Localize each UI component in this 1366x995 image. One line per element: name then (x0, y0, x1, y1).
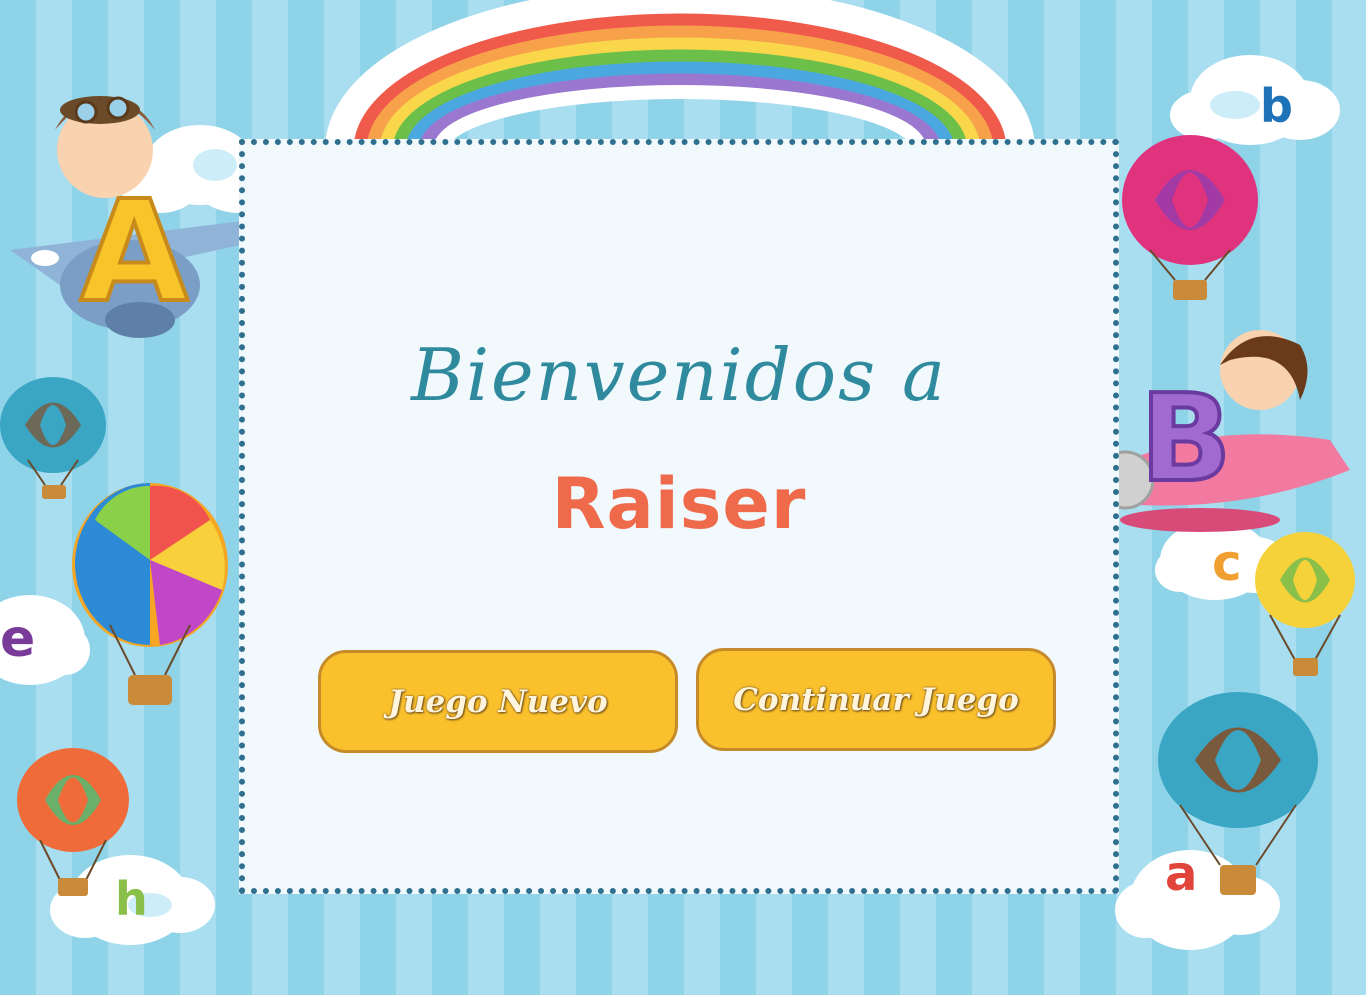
balloon-pink-right (1122, 135, 1258, 300)
letter-c: c (1212, 534, 1242, 592)
cloud-top-right (1170, 55, 1340, 145)
game-title: Raiser (551, 463, 807, 545)
letter-h: h (115, 872, 148, 926)
balloon-yellow-right (1255, 532, 1355, 676)
welcome-card: Bienvenidos a Raiser Juego Nuevo Continu… (239, 139, 1119, 894)
letter-e: e (0, 609, 35, 669)
cloud-bottom-right (1115, 850, 1280, 950)
continue-game-button[interactable]: Continuar Juego (696, 648, 1056, 751)
rainbow (325, 0, 1035, 151)
plane-letter-a: A (80, 171, 188, 334)
balloon-blue-left (0, 377, 106, 499)
balloon-rainbow-left (72, 482, 228, 705)
letter-b: b (1260, 79, 1293, 133)
plane-letter-b: B (1140, 370, 1231, 509)
welcome-title: Bienvenidos a (411, 333, 947, 417)
new-game-button[interactable]: Juego Nuevo (318, 650, 678, 753)
letter-a: a (1165, 846, 1197, 902)
